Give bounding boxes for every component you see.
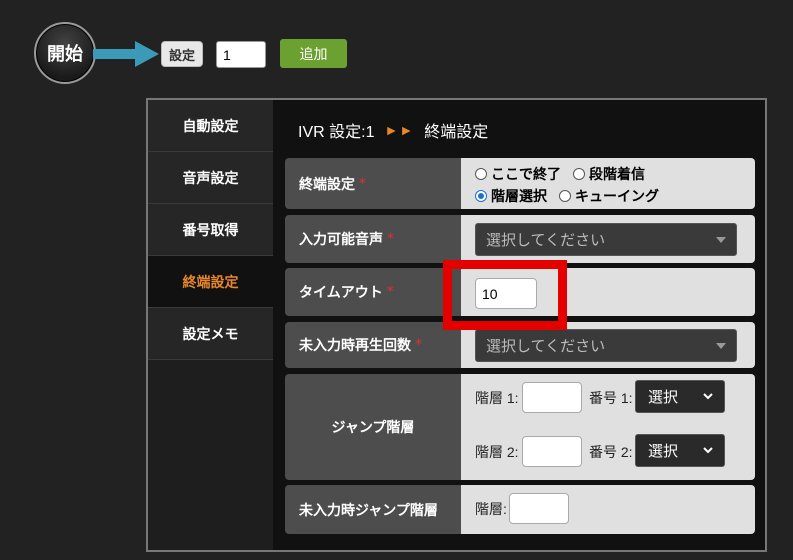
termination-label: 終端設定 * — [285, 158, 461, 209]
breadcrumb-separator-icon: ►► — [384, 122, 415, 138]
add-button[interactable]: 追加 — [280, 39, 347, 68]
number2-select[interactable]: 選択 — [635, 434, 725, 467]
radio-staged-ringing-icon — [573, 168, 585, 180]
radio-level-select[interactable]: 階層選択 — [475, 186, 547, 206]
input-audio-select[interactable]: 選択してください — [475, 223, 737, 256]
level1-label: 階層 1: — [475, 390, 519, 406]
no-input-jump-row: 未入力時ジャンプ階層 階層: — [285, 485, 755, 534]
flow-arrow-icon — [93, 41, 159, 67]
breadcrumb-current: 終端設定 — [424, 124, 489, 141]
number1-select[interactable]: 選択 — [635, 380, 725, 413]
radio-end-here-icon — [475, 168, 487, 180]
no-input-jump-level-label: 階層: — [475, 501, 507, 517]
radio-staged-ringing[interactable]: 段階着信 — [573, 164, 645, 184]
sidebar-item-auto-settings[interactable]: 自動設定 — [148, 100, 273, 152]
timeout-label: タイムアウト * — [285, 268, 461, 316]
sidebar-item-settings-memo[interactable]: 設定メモ — [148, 308, 273, 360]
breadcrumb-parent[interactable]: IVR 設定:1 — [298, 118, 374, 142]
sidebar: 自動設定 音声設定 番号取得 終端設定 設定メモ — [148, 100, 273, 550]
termination-row: 終端設定 * ここで終了 段階着信 階層選択 キューイング — [285, 158, 755, 209]
start-node[interactable]: 開始 — [34, 22, 96, 84]
sidebar-item-audio-settings[interactable]: 音声設定 — [148, 152, 273, 204]
sidebar-item-number-acquisition[interactable]: 番号取得 — [148, 204, 273, 256]
radio-level-select-icon — [475, 190, 487, 202]
jump-level-row: ジャンプ階層 階層 1: 番号 1: 選択 階層 2: 番号 2: 選択 — [285, 374, 755, 480]
chevron-down-icon — [703, 393, 713, 400]
sidebar-item-termination-settings[interactable]: 終端設定 — [148, 256, 273, 308]
radio-end-here[interactable]: ここで終了 — [475, 164, 561, 184]
input-audio-label: 入力可能音声 * — [285, 215, 461, 263]
breadcrumb: IVR 設定:1 ►► 終端設定 — [298, 118, 488, 142]
chevron-down-icon — [716, 236, 726, 243]
setting-button[interactable]: 設定 — [161, 41, 203, 67]
number1-label: 番号 1: — [589, 390, 633, 406]
chevron-down-icon — [703, 447, 713, 454]
count-input[interactable] — [216, 41, 266, 68]
no-input-replay-label: 未入力時再生回数 * — [285, 322, 461, 368]
no-input-jump-level-input[interactable] — [509, 493, 569, 524]
jump-level-label: ジャンプ階層 — [285, 374, 461, 480]
input-audio-row: 入力可能音声 * 選択してください — [285, 215, 755, 263]
chevron-down-icon — [716, 342, 726, 349]
number2-label: 番号 2: — [589, 444, 633, 460]
radio-queuing-icon — [559, 190, 571, 202]
level2-label: 階層 2: — [475, 444, 519, 460]
level1-input[interactable] — [522, 382, 582, 413]
radio-queuing[interactable]: キューイング — [559, 186, 659, 206]
start-label: 開始 — [47, 44, 83, 65]
level2-input[interactable] — [522, 436, 582, 467]
highlight-box — [443, 260, 567, 330]
no-input-jump-label: 未入力時ジャンプ階層 — [285, 485, 461, 534]
no-input-replay-select[interactable]: 選択してください — [475, 329, 737, 362]
